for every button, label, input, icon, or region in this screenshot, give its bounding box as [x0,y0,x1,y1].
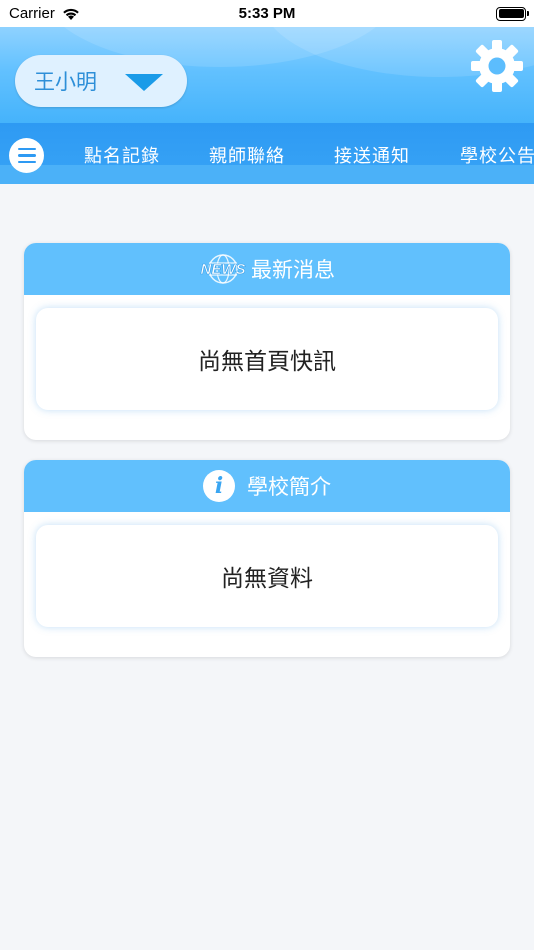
news-card-header: NEWS 最新消息 [24,243,510,295]
caret-down-icon [125,74,163,91]
status-bar: Carrier 5:33 PM [0,0,534,27]
school-intro-card: i 學校簡介 尚無資料 [24,460,510,657]
carrier-label: Carrier [9,5,55,22]
info-icon: i [203,470,235,502]
hamburger-menu-icon[interactable] [9,138,44,173]
news-globe-icon: NEWS [199,253,247,285]
news-content-text: 尚無首頁快訊 [198,349,336,375]
school-intro-card-header: i 學校簡介 [24,460,510,512]
app-header: 王小明 [0,27,534,123]
news-card: NEWS 最新消息 尚無首頁快訊 [24,243,510,440]
nav-bar: 點名記錄 親師聯絡 接送通知 學校公告 [0,123,534,184]
school-intro-content-text: 尚無資料 [221,566,313,592]
status-left: Carrier [9,5,81,22]
user-selector[interactable]: 王小明 [15,55,187,107]
user-name: 王小明 [34,70,97,94]
school-intro-card-title: 學校簡介 [247,475,331,499]
tab-attendance[interactable]: 點名記錄 [84,142,160,168]
svg-text:NEWS: NEWS [201,261,246,278]
status-time: 5:33 PM [238,5,296,22]
tab-parent-teacher[interactable]: 親師聯絡 [209,142,285,168]
wifi-icon [63,8,79,20]
news-content-box: 尚無首頁快訊 [36,308,498,410]
gear-icon[interactable] [470,39,524,93]
battery-icon [496,6,529,21]
school-intro-content-box: 尚無資料 [36,525,498,627]
tab-pickup-notice[interactable]: 接送通知 [334,142,410,168]
news-card-title: 最新消息 [251,258,335,282]
tab-school-announcement[interactable]: 學校公告 [460,142,534,168]
